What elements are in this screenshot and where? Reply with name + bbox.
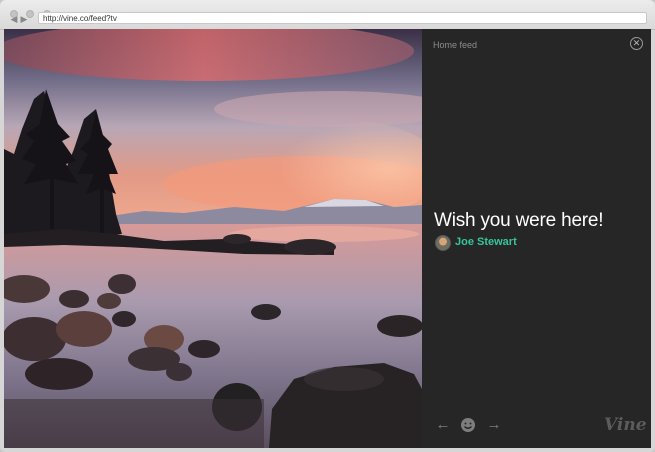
nav-buttons: ◀ ▶ [9,14,29,25]
browser-toolbar: ◀ ▶ http://vine.co/feed?tv [0,0,655,30]
feed-label: Home feed [433,40,478,50]
post-caption: Wish you were here! [434,210,604,231]
close-icon[interactable]: ✕ [630,37,643,50]
previous-arrow-icon[interactable]: ← [435,417,451,433]
smiley-icon[interactable] [460,417,476,433]
forward-arrow-icon[interactable]: ▶ [19,14,29,25]
back-arrow-icon[interactable]: ◀ [9,14,19,25]
author-name-link[interactable]: Joe Stewart [455,236,517,248]
post-photo[interactable] [4,29,422,448]
address-bar[interactable]: http://vine.co/feed?tv [38,12,647,24]
vine-logo: Vine [604,415,647,435]
post-detail-panel: Home feed ✕ Wish you were here! Joe Stew… [422,29,651,448]
next-arrow-icon[interactable]: → [486,417,502,433]
sunset-lake-image [4,29,422,448]
browser-window: ◀ ▶ http://vine.co/feed?tv Home feed ✕ W… [0,0,655,452]
avatar[interactable] [435,235,451,251]
